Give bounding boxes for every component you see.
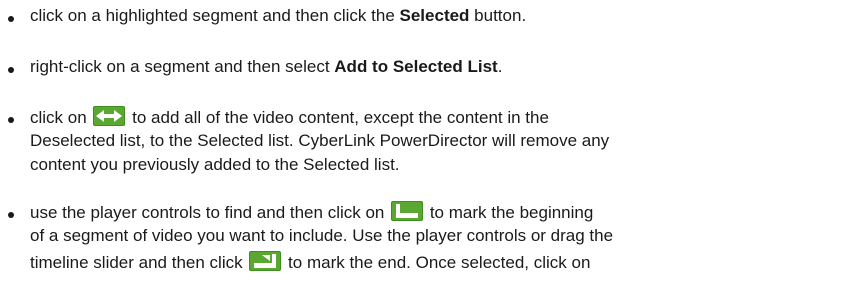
bullet [8, 117, 14, 123]
item-text-part: button. [469, 6, 527, 25]
bullet [8, 212, 14, 218]
item-text-part: use the player controls to find and then… [30, 203, 390, 222]
ui-term-add-to-selected-list: Add to Selected List [334, 57, 498, 76]
mark-out-icon [249, 251, 282, 271]
item-text-part: right-click on a segment and then select [30, 57, 335, 76]
bullet [8, 16, 14, 22]
item-text-line: click on to add all of the video content… [30, 106, 549, 129]
item-text-part: click on [30, 108, 92, 127]
item-text-line: Deselected list, to the Selected list. C… [30, 131, 610, 150]
item-text-part: to add all of the video content, except … [127, 108, 549, 127]
item-text-part: . [497, 57, 503, 76]
item-text-part: to mark the beginning [425, 203, 594, 222]
item-text-part: timeline slider and then click [30, 253, 248, 272]
item-text-line: timeline slider and then click to mark t… [30, 251, 590, 274]
instruction-list: click on a highlighted segment and then … [0, 0, 860, 298]
item-text: click on a highlighted segment and then … [30, 5, 526, 27]
item-text-line: of a segment of video you want to includ… [30, 226, 614, 245]
mark-in-icon [391, 201, 424, 221]
ui-term-selected: Selected [399, 6, 470, 25]
item-text: right-click on a segment and then select… [30, 56, 502, 78]
bullet [8, 67, 14, 73]
swap-arrows-icon [93, 106, 126, 126]
item-text-part: to mark the end. Once selected, click on [283, 253, 591, 272]
item-text-part: click on a highlighted segment and then … [30, 6, 400, 25]
item-text-line: content you previously added to the Sele… [30, 155, 400, 174]
item-text-line: use the player controls to find and then… [30, 201, 593, 224]
